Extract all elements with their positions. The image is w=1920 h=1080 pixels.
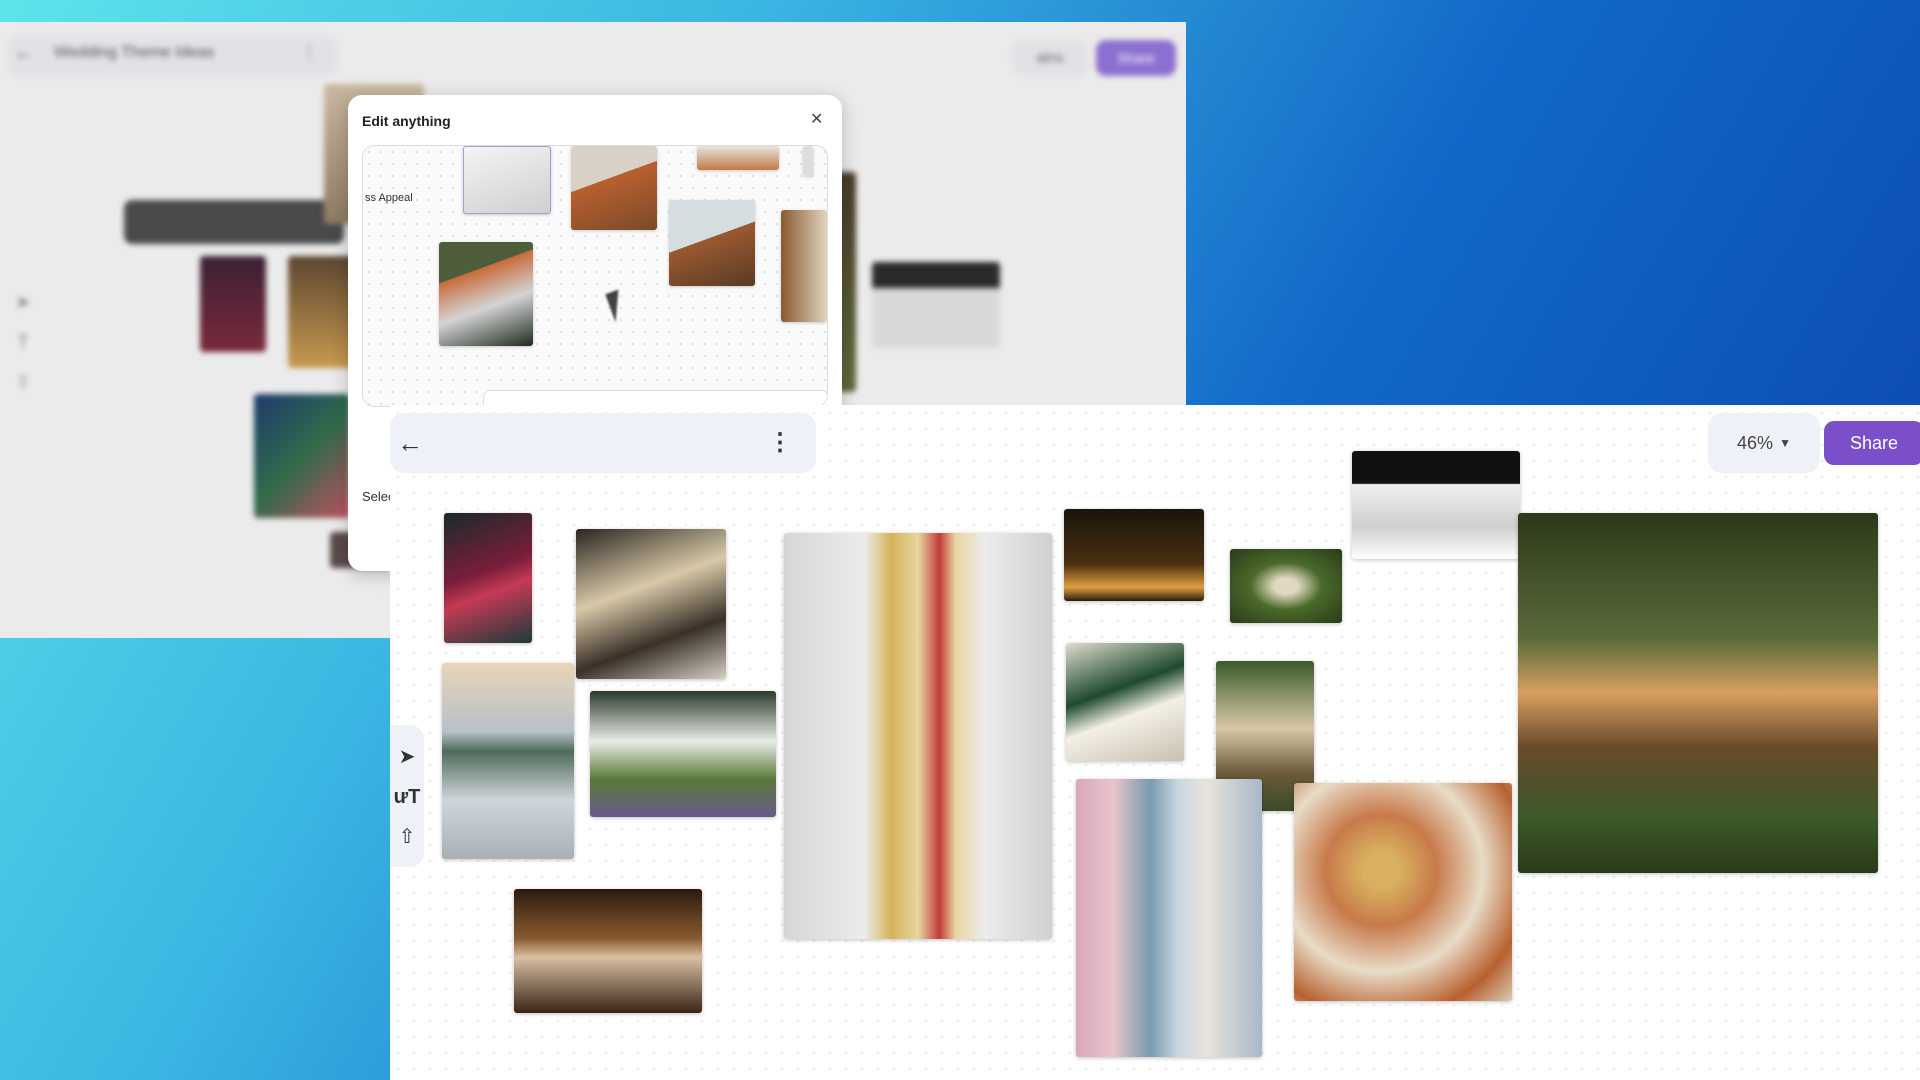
more-vertical-icon[interactable]: ⋮: [760, 423, 800, 463]
upload-icon[interactable]: ⇧: [390, 817, 424, 857]
furniture-image-coffee-table[interactable]: [669, 200, 755, 286]
text-icon[interactable]: ưT: [390, 777, 424, 817]
close-icon[interactable]: ✕: [810, 109, 823, 129]
arrow-left-icon[interactable]: ←: [390, 423, 430, 463]
bg-board-title: Wedding Theme Ideas: [54, 44, 215, 61]
furniture-image-lamp[interactable]: [697, 146, 779, 170]
bg-zoom-control: 46%: [1012, 40, 1088, 76]
image-tile-pampas-invitation[interactable]: [1294, 783, 1512, 1001]
furniture-image-glass-table[interactable]: [439, 242, 533, 346]
partial-label: ss Appeal: [365, 192, 413, 204]
furniture-image-chair[interactable]: [463, 146, 551, 214]
image-tile-ribbon-invitation[interactable]: [1076, 779, 1262, 1057]
image-tile-forest-table[interactable]: [1518, 513, 1878, 873]
bg-share-button: Share: [1096, 40, 1176, 76]
furniture-image-cabinet[interactable]: [781, 210, 827, 322]
image-tile-gold-cake[interactable]: [784, 533, 1052, 939]
bg-back-icon: ←: [14, 42, 34, 64]
furniture-image-edge[interactable]: [803, 146, 813, 176]
dialog-canvas[interactable]: ss Appeal: [362, 145, 828, 407]
chevron-down-icon: ▼: [1779, 436, 1791, 450]
image-tile-green-place-setting[interactable]: [1066, 643, 1184, 761]
pointer-icon[interactable]: ➤: [390, 737, 424, 777]
bg-floating-toolbar: [124, 200, 344, 244]
image-tile-barn-reception[interactable]: [514, 889, 702, 1013]
bg-more-icon: ⋮: [300, 42, 318, 62]
image-tile-garden-arch[interactable]: [1230, 549, 1342, 623]
image-tile-floral-arch[interactable]: [590, 691, 776, 817]
bg-image-tile: [872, 262, 1000, 348]
zoom-control[interactable]: 46% ▼: [1708, 413, 1820, 473]
bg-side-tools: ➤ T ⇧: [15, 292, 31, 392]
bg-image-tile: [200, 256, 266, 352]
image-tile-champagne-tower[interactable]: [576, 529, 726, 679]
share-button[interactable]: Share: [1824, 421, 1920, 465]
furniture-image-sofa[interactable]: [571, 146, 657, 230]
image-tile-waterfront-ceremony[interactable]: [442, 663, 574, 859]
image-tile-candle-path[interactable]: [1064, 509, 1204, 601]
image-tile-floral-candles[interactable]: [444, 513, 532, 643]
bg-image-tile: [254, 394, 350, 518]
zoom-value: 46%: [1737, 432, 1774, 453]
board-window: ← ⋮ 46% ▼ Share ➤ ưT ⇧: [390, 405, 1920, 1080]
image-tile-plate-setting[interactable]: [1352, 451, 1520, 559]
dialog-title: Edit anything: [362, 113, 451, 129]
tool-sidebar: ➤ ưT ⇧: [390, 725, 424, 867]
board-top-bar: ← ⋮: [390, 413, 816, 473]
